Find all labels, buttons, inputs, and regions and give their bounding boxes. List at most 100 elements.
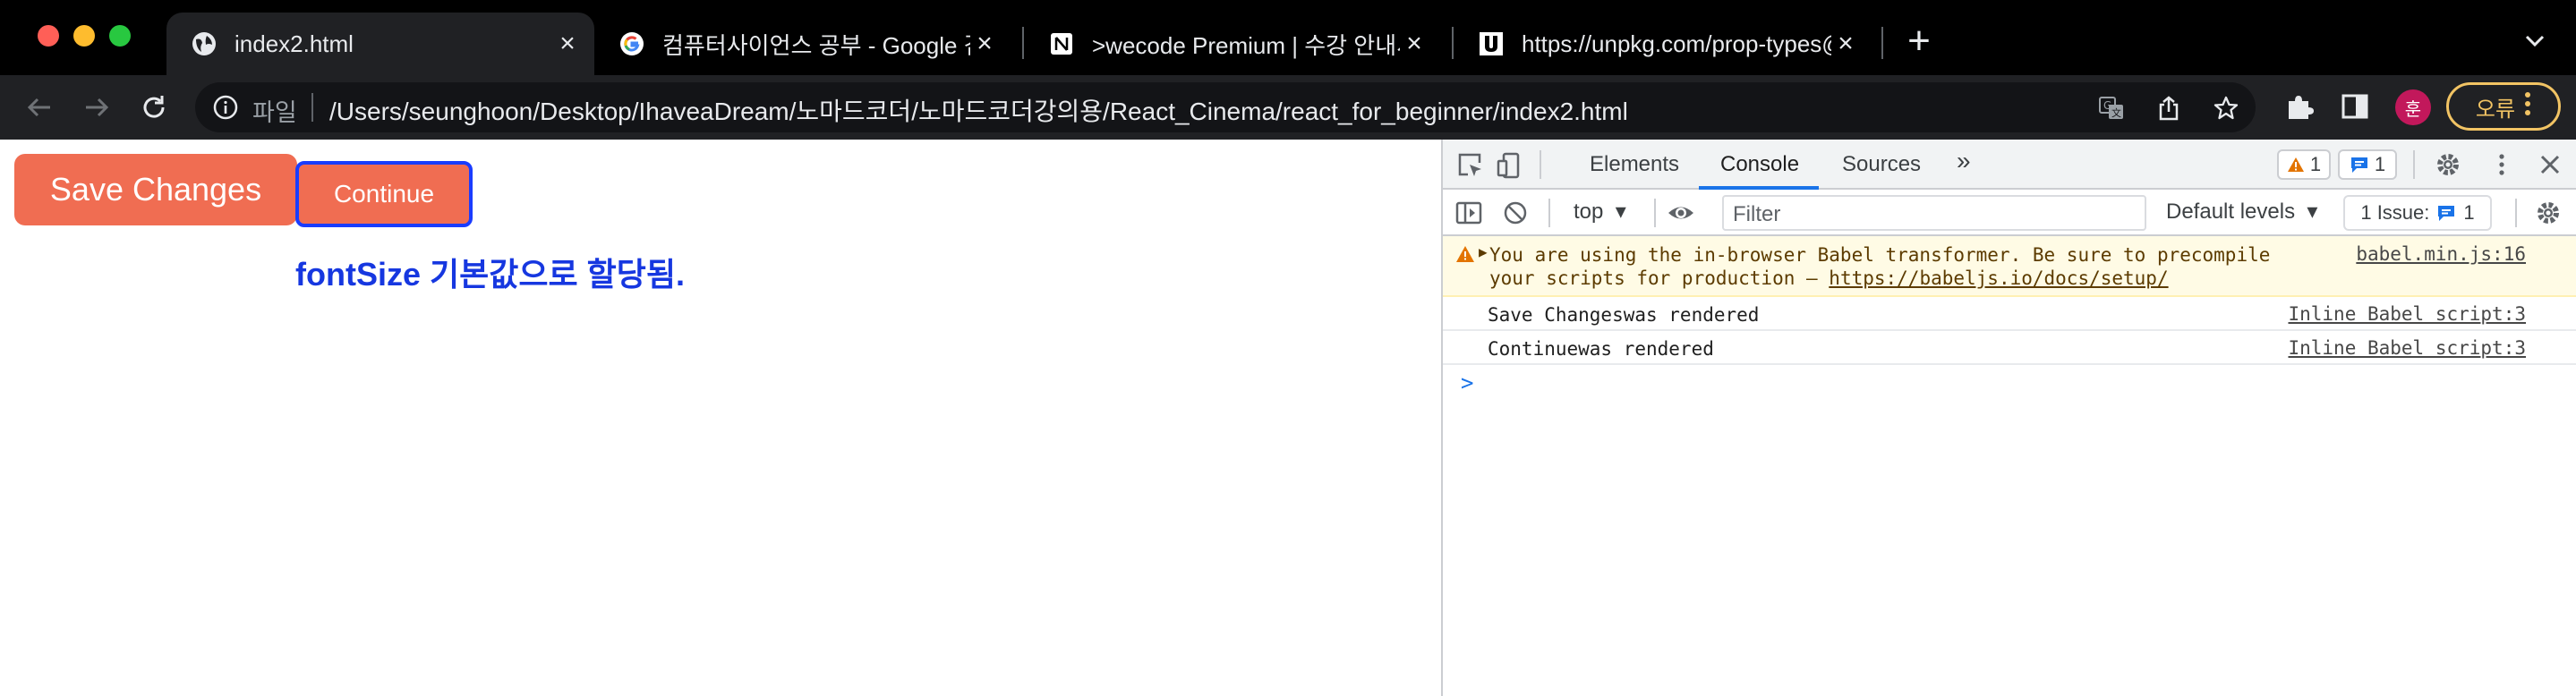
console-settings-gear-icon[interactable]: [2535, 199, 2562, 226]
globe-icon: [190, 30, 218, 58]
log-message: Save Changeswas rendered: [1488, 304, 1760, 326]
tab-elements[interactable]: Elements: [1590, 152, 1679, 177]
bookmark-star-icon[interactable]: [2213, 95, 2239, 122]
close-devtools-icon[interactable]: [2537, 151, 2563, 178]
log-source-link[interactable]: Inline Babel script:3: [2288, 337, 2526, 359]
warning-icon: [2287, 157, 2304, 172]
live-expression-eye-icon[interactable]: [1667, 199, 1693, 226]
forward-arrow-icon[interactable]: [81, 91, 113, 123]
message-icon: [2438, 206, 2455, 221]
unpkg-icon: [1477, 30, 1506, 58]
tab-title: https://unpkg.com/prop-types@: [1522, 30, 1831, 57]
back-arrow-icon[interactable]: [23, 91, 55, 123]
dropdown-arrow-icon: ▾: [2300, 199, 2318, 224]
console-log-row: Continuewas rendered Inline Babel script…: [1443, 331, 2576, 365]
devtools-tabbar: Elements Console Sources » 1 1: [1443, 140, 2576, 190]
error-button-label: 오류: [2475, 97, 2516, 122]
issues-count: 1: [2463, 201, 2475, 224]
tab-separator: [1881, 27, 1883, 59]
page-viewport: Save Changes Continue fontSize 기본값으로 할당됨…: [0, 140, 1441, 696]
dropdown-arrow-icon: ▾: [1609, 199, 1626, 224]
translate-icon[interactable]: G文: [2098, 95, 2125, 122]
side-panel-icon[interactable]: [2340, 91, 2370, 122]
close-tab-icon[interactable]: ×: [553, 29, 582, 58]
more-vert-icon: [2524, 91, 2531, 123]
tab-sources[interactable]: Sources: [1842, 152, 1921, 177]
toolbar-divider: [2413, 150, 2415, 179]
toolbar-divider: [2515, 199, 2517, 227]
maximize-window-button[interactable]: [109, 25, 131, 47]
save-changes-button[interactable]: Save Changes: [14, 154, 297, 225]
more-options-icon[interactable]: [2488, 151, 2515, 178]
warning-icon: [1455, 245, 1475, 267]
url-scheme-label: 파일: [252, 99, 297, 126]
filter-placeholder: Filter: [1733, 202, 1781, 226]
settings-gear-icon[interactable]: [2435, 151, 2461, 178]
share-icon[interactable]: [2155, 95, 2182, 122]
clear-console-icon[interactable]: [1502, 199, 1529, 226]
issues-label: 1 Issue:: [2360, 201, 2430, 224]
notion-icon: [1047, 30, 1076, 58]
more-tabs-icon[interactable]: »: [1957, 147, 1971, 175]
log-levels-dropdown[interactable]: Default levels ▾: [2166, 199, 2317, 225]
console-prompt[interactable]: >: [1461, 370, 1473, 395]
context-selector[interactable]: top ▾: [1574, 199, 1626, 225]
warning-message: You are using the in-browser Babel trans…: [1489, 243, 2270, 290]
close-tab-icon[interactable]: ×: [970, 29, 999, 58]
issues-button[interactable]: 1 Issue: 1: [2343, 195, 2492, 231]
tab-wecode[interactable]: >wecode Premium | 수강 안내서 ×: [1024, 13, 1441, 75]
svg-text:文: 文: [2111, 106, 2121, 119]
devtools-panel: Elements Console Sources » 1 1 top ▾ Fil…: [1441, 140, 2576, 696]
tab-index2[interactable]: index2.html ×: [166, 13, 594, 75]
context-label: top: [1574, 199, 1604, 224]
toolbar-divider: [1548, 199, 1550, 227]
tab-title: index2.html: [235, 30, 354, 57]
babel-setup-link[interactable]: https://babeljs.io/docs/setup/: [1829, 267, 2168, 289]
new-tab-button[interactable]: +: [1901, 21, 1937, 61]
reload-icon[interactable]: [138, 91, 170, 123]
log-message: Continuewas rendered: [1488, 338, 1714, 360]
tab-console[interactable]: Console: [1720, 152, 1799, 177]
address-divider: [311, 93, 313, 122]
url-text[interactable]: /Users/seunghoon/Desktop/IhaveaDream/노마드…: [329, 92, 1628, 128]
messages-badge[interactable]: 1: [2338, 149, 2397, 180]
font-size-note: fontSize 기본값으로 할당됨.: [295, 256, 685, 293]
console-filter-input[interactable]: Filter: [1722, 195, 2146, 231]
log-source-link[interactable]: Inline Babel script:3: [2288, 303, 2526, 325]
address-bar[interactable]: 파일 /Users/seunghoon/Desktop/IhaveaDream/…: [195, 82, 2256, 132]
warnings-badge[interactable]: 1: [2277, 149, 2331, 180]
browser-toolbar: 파일 /Users/seunghoon/Desktop/IhaveaDream/…: [0, 75, 2576, 140]
console-log-row: Save Changeswas rendered Inline Babel sc…: [1443, 297, 2576, 331]
sidebar-toggle-icon[interactable]: [1455, 199, 1482, 226]
close-tab-icon[interactable]: ×: [1400, 29, 1429, 58]
console-toolbar: top ▾ Filter Default levels ▾ 1 Issue: 1: [1443, 190, 2576, 236]
toolbar-divider: [1654, 199, 1656, 227]
continue-button[interactable]: Continue: [295, 161, 473, 227]
extensions-puzzle-icon[interactable]: [2284, 91, 2315, 122]
tab-google-search[interactable]: 컴퓨터사이언스 공부 - Google 검색 ×: [594, 13, 1011, 75]
device-toolbar-icon[interactable]: [1497, 152, 1523, 179]
warning-line-1: You are using the in-browser Babel trans…: [1489, 244, 2271, 266]
tab-strip: index2.html × 컴퓨터사이언스 공부 - Google 검색 × >…: [0, 0, 2576, 75]
console-warning-row: ▶ You are using the in-browser Babel tra…: [1443, 236, 2576, 297]
inspect-element-icon[interactable]: [1457, 152, 1484, 179]
google-icon: [618, 30, 646, 58]
profile-avatar[interactable]: 훈: [2395, 89, 2431, 125]
warning-line-2: your scripts for production —: [1489, 267, 1830, 289]
info-icon[interactable]: [213, 95, 238, 120]
toolbar-divider: [1540, 150, 1541, 179]
log-source-link[interactable]: babel.min.js:16: [2356, 243, 2526, 265]
tab-search-chevron-icon[interactable]: [2519, 25, 2551, 57]
close-tab-icon[interactable]: ×: [1831, 29, 1860, 58]
error-button[interactable]: 오류: [2446, 82, 2561, 131]
tab-unpkg[interactable]: https://unpkg.com/prop-types@ ×: [1454, 13, 1872, 75]
warnings-count: 1: [2309, 153, 2322, 175]
message-icon: [2350, 157, 2367, 173]
expand-triangle-icon[interactable]: ▶: [1479, 243, 1488, 260]
log-levels-label: Default levels: [2166, 199, 2296, 224]
minimize-window-button[interactable]: [73, 25, 95, 47]
messages-count: 1: [2374, 153, 2386, 175]
close-window-button[interactable]: [38, 25, 59, 47]
tab-title: 컴퓨터사이언스 공부 - Google 검색: [662, 31, 970, 59]
tab-title: >wecode Premium | 수강 안내서: [1092, 31, 1400, 59]
